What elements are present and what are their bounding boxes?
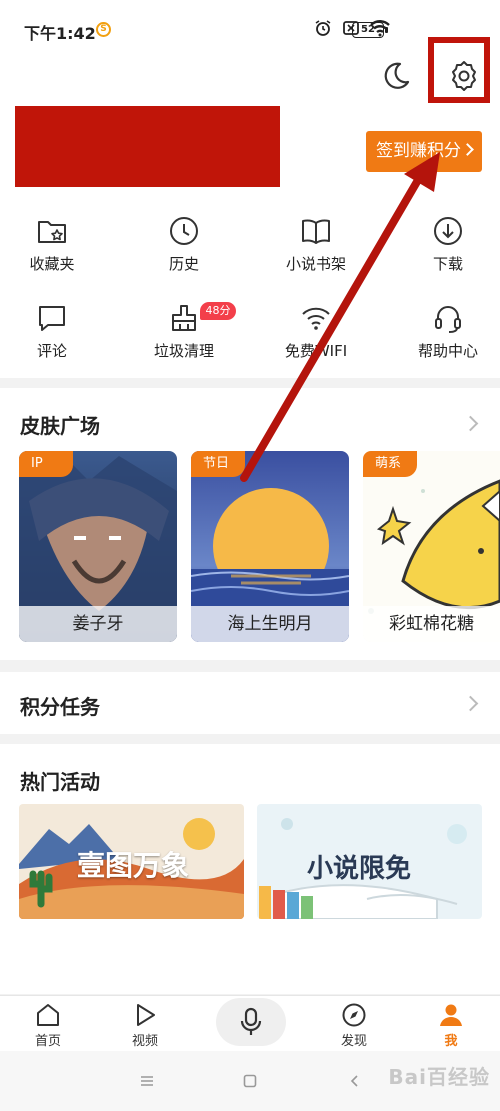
nav-label: 首页 (34, 1034, 61, 1049)
shortcut-label: 历史 (168, 255, 199, 273)
nav-discover[interactable]: 发现 (314, 996, 394, 1052)
chevron-right-icon[interactable] (462, 415, 479, 432)
app-notification-icon: S (96, 22, 111, 37)
person-icon (440, 1004, 462, 1026)
promo-text: 壹图万象 (77, 849, 190, 882)
shortcut-novel-shelf[interactable]: 小说书架 (261, 215, 371, 277)
redacted-username (15, 106, 280, 187)
skin-tag: 萌系 (363, 451, 417, 477)
skin-section-title: 皮肤广场 (20, 414, 100, 438)
nav-label: 我 (444, 1034, 458, 1049)
play-icon (137, 1004, 155, 1026)
signin-button-label: 签到赚积分 (376, 141, 461, 161)
nav-me[interactable]: 我 (411, 996, 491, 1052)
points-badge: 48分 (200, 302, 236, 320)
status-time: 下午1:42 (24, 24, 96, 43)
settings-highlight-box (428, 37, 490, 103)
download-icon (434, 217, 462, 245)
shortcut-free-wifi[interactable]: 免费WIFI (261, 302, 371, 364)
battery-indicator: 52 (352, 22, 388, 38)
skin-name: 彩虹棉花糖 (363, 606, 500, 642)
hot-activities-title: 热门活动 (20, 770, 100, 794)
skin-tag: 节日 (191, 451, 245, 477)
home-icon (37, 1004, 59, 1026)
voice-search-button[interactable] (216, 998, 286, 1046)
promo-card-gallery[interactable]: 壹图万象 (19, 804, 244, 919)
promo-text: 小说限免 (307, 854, 412, 884)
skin-name: 姜子牙 (19, 606, 177, 642)
alarm-icon (315, 20, 331, 36)
back-icon[interactable] (348, 1074, 362, 1088)
folder-star-icon (38, 221, 66, 243)
clock-icon (170, 217, 198, 245)
skin-card-cute[interactable]: 萌系 彩虹棉花糖 (363, 451, 500, 642)
shortcut-label: 帮助中心 (417, 342, 478, 360)
skin-name: 海上生明月 (191, 606, 349, 642)
night-mode-icon[interactable] (380, 60, 412, 92)
skin-card-festival[interactable]: 节日 海上生明月 (191, 451, 349, 642)
shortcut-label: 评论 (36, 342, 67, 360)
book-icon (302, 219, 330, 244)
compass-icon (342, 1003, 366, 1027)
points-task-title: 积分任务 (20, 695, 100, 719)
shortcut-label: 收藏夹 (29, 255, 75, 273)
comment-icon (39, 306, 65, 331)
nav-home[interactable]: 首页 (8, 996, 88, 1052)
shortcut-help-center[interactable]: 帮助中心 (393, 302, 500, 364)
shortcut-favorites[interactable]: 收藏夹 (0, 215, 107, 277)
promo-card-novel-free[interactable]: 小说限免 (257, 804, 482, 919)
watermark-text: Bai百经验 (388, 1065, 490, 1089)
nav-video[interactable]: 视频 (105, 996, 185, 1052)
mic-icon (240, 1007, 262, 1035)
skin-card-ip[interactable]: IP 姜子牙 (19, 451, 177, 642)
shortcut-history[interactable]: 历史 (129, 215, 239, 277)
shortcut-label: 下载 (432, 255, 463, 273)
signin-earn-points-button[interactable]: 签到赚积分 (366, 131, 482, 172)
skin-tag: IP (19, 451, 73, 477)
shortcut-comments[interactable]: 评论 (0, 302, 107, 364)
shortcut-label: 小说书架 (285, 255, 346, 273)
headset-icon (435, 306, 461, 333)
shortcut-download[interactable]: 下载 (393, 215, 500, 277)
chevron-right-icon (461, 143, 474, 156)
chevron-right-icon (462, 695, 479, 712)
nav-label: 视频 (131, 1034, 158, 1049)
nav-label: 发现 (340, 1034, 367, 1049)
home-square-icon[interactable] (243, 1074, 257, 1088)
status-bar: 下午1:42 S 52 (0, 0, 500, 56)
wifi-icon (302, 307, 330, 330)
broom-icon (172, 305, 196, 331)
shortcut-label: 垃圾清理 (153, 342, 214, 360)
points-task-section[interactable]: 积分任务 (0, 672, 500, 734)
shortcut-label: 免费WIFI (284, 342, 348, 360)
menu-icon[interactable] (140, 1074, 154, 1088)
